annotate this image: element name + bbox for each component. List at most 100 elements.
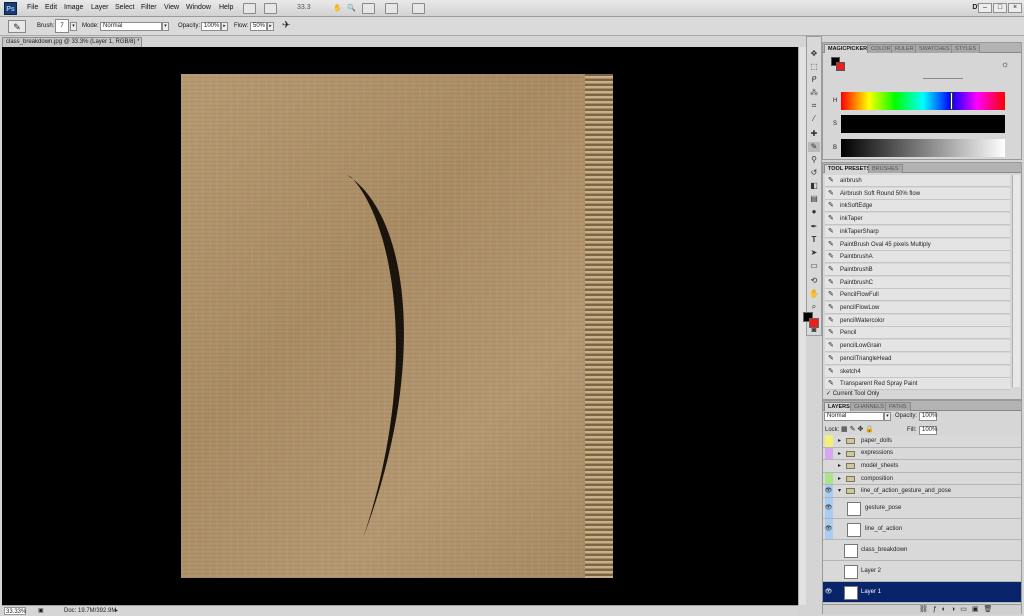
rotate-view-icon[interactable]	[362, 3, 375, 14]
visibility-eye-icon[interactable]: 👁	[824, 487, 833, 496]
tool-preset-item[interactable]: ✎ pencilLowGrain	[825, 340, 1010, 353]
mp-background-swatch[interactable]	[836, 62, 845, 71]
brightness-slider[interactable]	[841, 139, 1005, 157]
tab-paths[interactable]: PATHS	[885, 402, 911, 411]
layer-action-icons[interactable]: ⛓ƒ◐◑▭▣🗑	[919, 605, 997, 613]
menu-image[interactable]: Image	[64, 4, 83, 11]
visibility-eye-icon[interactable]: 👁	[824, 588, 833, 597]
lasso-tool-icon[interactable]: ᑭ	[808, 75, 820, 85]
tab-styles[interactable]: STYLES	[951, 44, 981, 53]
type-tool-icon[interactable]: T	[808, 235, 820, 245]
bridge-icon[interactable]	[243, 3, 256, 14]
tool-preset-item[interactable]: ✎ inkSoftEdge	[825, 200, 1010, 213]
menu-window[interactable]: Window	[186, 4, 211, 11]
pen-tool-icon[interactable]: ✒	[808, 222, 820, 232]
tool-preset-item[interactable]: ✎ inkTaper	[825, 213, 1010, 226]
layer-row[interactable]: 👁 Layer 1	[823, 582, 1021, 603]
tool-presets-scrollbar[interactable]	[1012, 175, 1020, 387]
hue-slider[interactable]	[841, 92, 1005, 110]
menu-edit[interactable]: Edit	[45, 4, 57, 11]
tool-preset-item[interactable]: ✎ PaintBrush Oval 45 pixels Multiply	[825, 238, 1010, 251]
zoom-tool-icon[interactable]: 🔍	[347, 4, 356, 12]
mode-select[interactable]: Normal	[100, 22, 162, 31]
group-expand-arrow-icon[interactable]: ▸	[838, 450, 841, 457]
layer-opacity-input[interactable]: 100%	[919, 412, 937, 421]
background-color-swatch[interactable]	[809, 318, 819, 328]
blend-mode-dropdown-icon[interactable]: ▾	[884, 412, 891, 421]
blur-tool-icon[interactable]: ●	[808, 207, 820, 217]
tool-preset-item[interactable]: ✎ Airbrush Soft Round 50% flow	[825, 187, 1010, 200]
tool-preset-item[interactable]: ✎ Pencil	[825, 327, 1010, 340]
tool-preset-item[interactable]: ✎ PencilFlowFull	[825, 289, 1010, 302]
layer-row[interactable]: class_breakdown	[823, 540, 1021, 561]
menu-layer[interactable]: Layer	[91, 4, 109, 11]
menu-file[interactable]: File	[27, 4, 38, 11]
tab-brushes[interactable]: BRUSHES	[868, 164, 903, 173]
menu-filter[interactable]: Filter	[141, 4, 157, 11]
layer-group-row[interactable]: ▸ composition	[823, 472, 1021, 486]
close-button[interactable]: ×	[1008, 3, 1022, 13]
mode-dropdown-icon[interactable]: ▾	[162, 22, 169, 31]
group-expand-arrow-icon[interactable]: ▸	[838, 437, 841, 444]
airbrush-icon[interactable]: ✈	[282, 20, 290, 31]
brush-tool-preset-icon[interactable]: ✎	[8, 20, 26, 33]
arrange-documents-icon[interactable]	[385, 3, 398, 14]
brush-picker[interactable]: 7	[55, 19, 69, 33]
tool-preset-item[interactable]: ✎ pencilWatercolor	[825, 314, 1010, 327]
hue-slider-handle[interactable]	[950, 92, 953, 110]
3d-rotate-tool-icon[interactable]: ⟲	[808, 276, 820, 286]
layer-row[interactable]: 👁 gesture_pose	[823, 498, 1021, 519]
path-select-tool-icon[interactable]: ➤	[808, 248, 820, 258]
move-tool-icon[interactable]: ✥	[808, 49, 820, 59]
screen-mode-icon[interactable]	[412, 3, 425, 14]
layer-group-row[interactable]: ▸ model_sheets	[823, 460, 1021, 473]
canvas-vertical-scrollbar[interactable]	[798, 47, 806, 605]
flow-slider-icon[interactable]: ▸	[267, 22, 274, 31]
mini-bridge-icon[interactable]	[264, 3, 277, 14]
visibility-eye-icon[interactable]: 👁	[824, 504, 833, 513]
menu-select[interactable]: Select	[115, 4, 134, 11]
crop-tool-icon[interactable]: ⌗	[808, 101, 820, 111]
group-expand-arrow-icon[interactable]: ▸	[838, 462, 841, 469]
tool-preset-item[interactable]: ✎ airbrush	[825, 175, 1010, 187]
lock-icons[interactable]: ▦✎✥🔒	[841, 425, 876, 433]
tool-preset-item[interactable]: ✎ PaintbrushA	[825, 251, 1010, 264]
opacity-input[interactable]: 100%	[201, 22, 221, 31]
opacity-slider-icon[interactable]: ▸	[221, 22, 228, 31]
eraser-tool-icon[interactable]: ◧	[808, 181, 820, 191]
sun-icon[interactable]: ☼	[1001, 59, 1009, 69]
marquee-tool-icon[interactable]: ⬚	[808, 62, 820, 72]
tab-tool-presets[interactable]: TOOL PRESETS	[824, 164, 875, 173]
hand-tool-icon[interactable]: ✋	[808, 289, 820, 299]
eyedropper-tool-icon[interactable]: ⁄	[808, 114, 820, 124]
shape-tool-icon[interactable]: ▭	[808, 261, 820, 271]
status-nav-icon[interactable]: ▣	[38, 607, 44, 615]
tool-preset-item[interactable]: ✎ PaintbrushB	[825, 263, 1010, 276]
layer-group-row[interactable]: ▸ paper_dolls	[823, 435, 1021, 448]
status-menu-icon[interactable]: ▸	[115, 607, 118, 615]
maximize-button[interactable]: □	[993, 3, 1007, 13]
healing-brush-tool-icon[interactable]: ✚	[808, 129, 820, 139]
hand-tool-icon[interactable]: ✋	[333, 4, 342, 12]
flow-input[interactable]: 50%	[250, 22, 267, 31]
group-expand-arrow-icon[interactable]: ▾	[838, 487, 841, 494]
saturation-slider[interactable]	[841, 115, 1005, 133]
layer-group-row[interactable]: 👁 ▾ line_of_action_gesture_and_pose	[823, 485, 1021, 498]
tool-preset-item[interactable]: ✎ pencilFlowLow	[825, 302, 1010, 314]
quick-select-tool-icon[interactable]: ⁂	[808, 88, 820, 98]
tab-ruler[interactable]: RULER	[891, 44, 918, 53]
gradient-tool-icon[interactable]: ▤	[808, 194, 820, 204]
layer-row[interactable]: Layer 2	[823, 561, 1021, 582]
tool-preset-item[interactable]: ✎ pencilTriangleHead	[825, 352, 1010, 365]
menu-view[interactable]: View	[164, 4, 179, 11]
tab-channels[interactable]: CHANNELS	[850, 402, 888, 411]
tool-preset-item[interactable]: ✎ sketch4	[825, 365, 1010, 378]
brush-picker-dropdown[interactable]: ▾	[70, 22, 77, 31]
tool-preset-item[interactable]: ✎ PaintbrushC	[825, 276, 1010, 289]
blend-mode-select[interactable]: Normal	[824, 412, 884, 421]
layer-group-row[interactable]: ▸ expressions	[823, 447, 1021, 461]
zoom-tool-icon[interactable]: ⌕	[808, 302, 820, 312]
layer-row[interactable]: 👁 line_of_action	[823, 519, 1021, 540]
clone-stamp-tool-icon[interactable]: ⚲	[808, 155, 820, 165]
status-zoom[interactable]: 33.33%	[4, 607, 26, 615]
